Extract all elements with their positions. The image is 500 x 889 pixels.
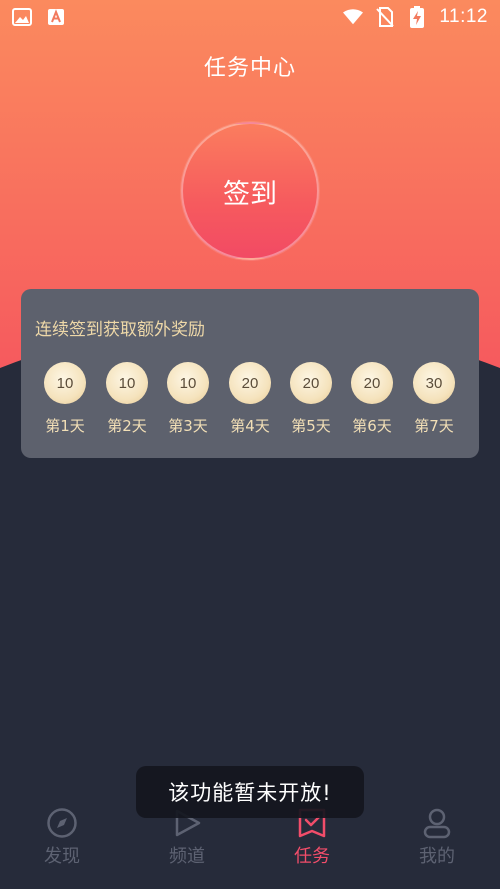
toast-message: 该功能暂未开放! <box>136 766 364 818</box>
status-bar: 11:12 <box>0 0 500 34</box>
nav-label: 任务 <box>294 846 330 867</box>
sign-in-button[interactable]: 签到 <box>181 122 319 260</box>
coin-badge: 10 <box>44 362 86 404</box>
day-label: 第1天 <box>45 417 85 435</box>
reward-day-2: 10 第2天 <box>97 362 157 436</box>
no-sim-icon <box>375 7 395 27</box>
image-icon <box>12 7 32 27</box>
reward-day-3: 10 第3天 <box>158 362 218 436</box>
reward-day-1: 10 第1天 <box>35 362 95 436</box>
reward-title: 连续签到获取额外奖励 <box>35 320 205 340</box>
bottom-nav: 发现 频道 任务 我的 <box>0 806 500 889</box>
battery-charging-icon <box>407 6 427 28</box>
compass-icon <box>45 806 79 840</box>
wifi-icon <box>343 7 364 27</box>
coin-badge: 10 <box>106 362 148 404</box>
day-label: 第2天 <box>107 417 147 435</box>
nav-label: 发现 <box>44 846 80 867</box>
reward-day-4: 20 第4天 <box>220 362 280 436</box>
day-label: 第3天 <box>168 417 208 435</box>
reward-day-7: 30 第7天 <box>404 362 464 436</box>
day-label: 第7天 <box>414 417 454 435</box>
coin-badge: 20 <box>290 362 332 404</box>
reward-day-5: 20 第5天 <box>281 362 341 436</box>
page-title: 任务中心 <box>203 56 296 81</box>
day-label: 第6天 <box>352 417 392 435</box>
nav-label: 频道 <box>169 846 205 867</box>
day-label: 第5天 <box>291 417 331 435</box>
coin-badge: 20 <box>351 362 393 404</box>
reward-days: 10 第1天 10 第2天 10 第3天 20 第4天 20 第5天 20 第6… <box>21 362 479 442</box>
user-icon <box>420 806 454 840</box>
status-time: 11:12 <box>439 6 488 27</box>
nav-item-mine[interactable]: 我的 <box>392 806 482 868</box>
text-a-icon <box>46 7 66 27</box>
coin-badge: 20 <box>229 362 271 404</box>
nav-item-discover[interactable]: 发现 <box>17 806 107 868</box>
reward-day-6: 20 第6天 <box>342 362 402 436</box>
day-label: 第4天 <box>230 417 270 435</box>
coin-badge: 30 <box>413 362 455 404</box>
reward-card: 连续签到获取额外奖励 10 第1天 10 第2天 10 第3天 20 第4天 2… <box>21 289 479 458</box>
coin-badge: 10 <box>167 362 209 404</box>
nav-label: 我的 <box>419 846 455 867</box>
